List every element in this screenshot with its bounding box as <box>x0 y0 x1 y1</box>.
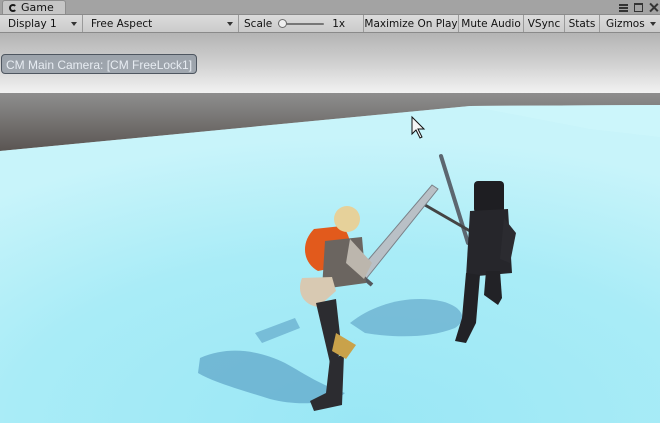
maximize-on-play-label: Maximize On Play <box>364 17 458 30</box>
display-dropdown[interactable]: Display 1 <box>0 15 83 32</box>
hero-head <box>334 206 360 232</box>
maximize-icon[interactable] <box>634 2 643 12</box>
game-scene <box>0 33 660 423</box>
mute-audio-toggle[interactable]: Mute Audio <box>459 15 524 32</box>
tab-game-label: Game <box>21 1 54 14</box>
enemy-helmet <box>474 181 504 213</box>
scale-control: Scale 1x <box>239 15 364 32</box>
vsync-label: VSync <box>527 17 561 30</box>
game-view-icon <box>8 3 18 13</box>
scale-value: 1x <box>332 17 346 30</box>
stats-label: Stats <box>568 17 596 30</box>
menu-icon[interactable] <box>619 3 628 12</box>
gizmos-label: Gizmos <box>606 17 645 30</box>
game-viewport[interactable]: CM Main Camera: [CM FreeLock1] <box>0 33 660 423</box>
gizmos-dropdown[interactable]: Gizmos <box>600 15 660 32</box>
scale-slider[interactable] <box>278 18 325 29</box>
scale-label: Scale <box>244 17 273 30</box>
tab-strip: Game <box>0 0 660 15</box>
maximize-on-play-toggle[interactable]: Maximize On Play <box>364 15 459 32</box>
vsync-toggle[interactable]: VSync <box>524 15 565 32</box>
aspect-dropdown-label: Free Aspect <box>91 17 153 30</box>
window-controls <box>619 0 658 14</box>
close-icon[interactable] <box>649 3 658 12</box>
scale-slider-thumb[interactable] <box>278 18 288 28</box>
camera-label: CM Main Camera: [CM FreeLock1] <box>1 54 198 74</box>
game-toolbar: Display 1 Free Aspect Scale 1x Maximize … <box>0 15 660 33</box>
tab-game[interactable]: Game <box>2 0 66 14</box>
display-dropdown-label: Display 1 <box>8 17 57 30</box>
aspect-dropdown[interactable]: Free Aspect <box>83 15 239 32</box>
stats-toggle[interactable]: Stats <box>565 15 600 32</box>
mute-audio-label: Mute Audio <box>461 17 521 30</box>
